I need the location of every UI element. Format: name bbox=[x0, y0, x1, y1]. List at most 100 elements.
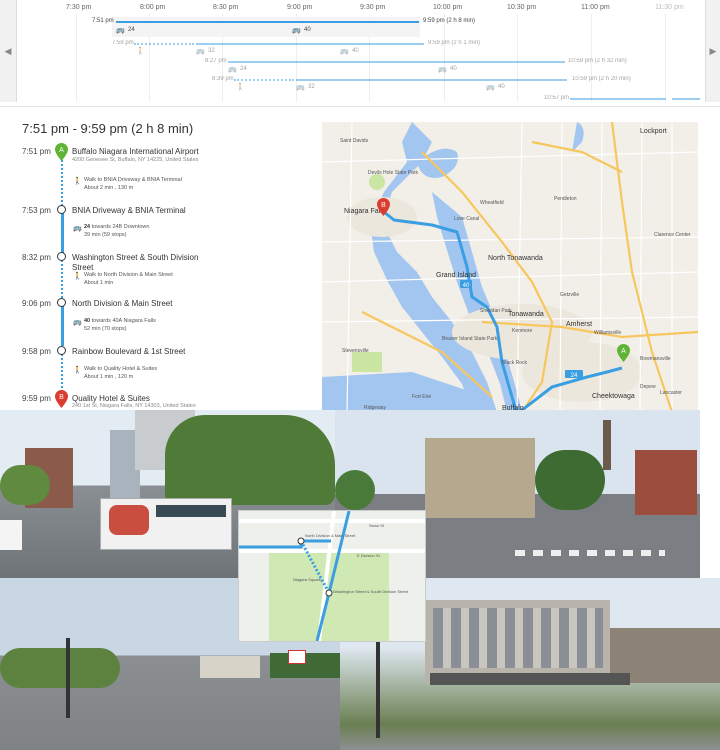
bus-icon: 🚌 bbox=[438, 66, 447, 73]
step-name: Rainbow Boulevard & 1st Street bbox=[72, 347, 186, 356]
inset-street-label: E Division St bbox=[357, 553, 380, 558]
trip-route-bar bbox=[196, 43, 424, 45]
trip-route-bar bbox=[116, 21, 419, 23]
bus-route-number: 40 bbox=[498, 84, 505, 90]
walk-icon: 🚶 bbox=[73, 178, 82, 185]
bus-icon: 🚌 bbox=[196, 48, 205, 55]
bus-icon: 🚌 bbox=[73, 319, 82, 326]
map-place-label: Devils Hole State Park bbox=[368, 170, 419, 176]
stop-circle-icon bbox=[57, 298, 66, 307]
yield-sign bbox=[288, 650, 306, 664]
trees bbox=[0, 465, 50, 505]
tick-label: 9:00 pm bbox=[287, 4, 313, 11]
map-place-label: Lancaster bbox=[660, 390, 682, 396]
walk-icon: 🚶 bbox=[236, 84, 245, 91]
tick-label: 8:30 pm bbox=[213, 4, 239, 11]
step-name-cont: Street bbox=[72, 263, 94, 272]
step-name: BNIA Driveway & BNIA Terminal bbox=[72, 206, 186, 215]
tick-label: 8:00 pm bbox=[140, 4, 166, 11]
walk-icon: 🚶 bbox=[73, 273, 82, 280]
map-place-label: Sheridan Park bbox=[480, 308, 512, 314]
detail-duration: About 1 min bbox=[84, 279, 114, 286]
marker-label: B bbox=[381, 202, 386, 209]
detail-duration: About 2 min , 130 m bbox=[84, 184, 134, 191]
marker-label: A bbox=[621, 348, 626, 355]
crosswalk bbox=[515, 550, 665, 556]
map-place-label: Getzville bbox=[560, 292, 580, 298]
bus-route-number: 40 bbox=[304, 27, 311, 33]
map-place-label: Williamsville bbox=[594, 330, 622, 336]
inset-stop-label: North Division & Main Street bbox=[305, 533, 356, 538]
step-time: 8:32 pm bbox=[22, 253, 51, 262]
tick-label: 10:00 pm bbox=[433, 4, 463, 11]
tick-label: 11:00 pm bbox=[581, 4, 610, 11]
detail-line: Walk to Quality Hotel & Suites bbox=[84, 366, 158, 372]
car bbox=[0, 520, 22, 550]
walk-segment bbox=[134, 43, 194, 45]
stop-inset-map[interactable]: North Division & Main Street Washington … bbox=[238, 510, 426, 642]
map-place-label: Depew bbox=[640, 384, 656, 390]
trip-option[interactable]: 10:57 pm bbox=[0, 95, 720, 117]
bus-route-number: 40 bbox=[352, 48, 359, 54]
bus-line bbox=[61, 306, 64, 346]
detail-duration: 39 min (59 stops) bbox=[84, 231, 127, 238]
map-place-label: Love Canal bbox=[454, 216, 480, 222]
marker-label: B bbox=[59, 394, 64, 401]
step-time: 9:59 pm bbox=[22, 394, 51, 403]
stop-circle-icon bbox=[57, 205, 66, 214]
trip-summary: 7:51 pm - 9:59 pm (2 h 8 min) bbox=[22, 121, 194, 136]
step-time: 9:06 pm bbox=[22, 299, 51, 308]
bus-icon: 🚌 bbox=[292, 27, 301, 34]
map-place-label: Fort Erie bbox=[412, 394, 432, 400]
map-place-label: Kenmore bbox=[512, 328, 533, 334]
step-address: 240 1st St, Niagara Falls, NY 14303, Uni… bbox=[72, 403, 196, 409]
marker-a-icon: A bbox=[55, 143, 68, 161]
trees bbox=[535, 450, 605, 510]
map-place-label: Wheatfield bbox=[480, 200, 504, 206]
trip-start-time: 8:27 pm bbox=[205, 58, 227, 64]
trip-end-time: 9:59 pm (2 h 8 min) bbox=[423, 18, 476, 24]
step-time: 7:53 pm bbox=[22, 206, 51, 215]
marker-a-icon[interactable]: A bbox=[617, 344, 630, 362]
bus-route-number: 24 bbox=[128, 27, 135, 33]
walk-line bbox=[61, 260, 63, 298]
trip-end-time: 9:59 pm (2 h 1 min) bbox=[428, 40, 481, 46]
detail-line: Walk to North Division & Main Street bbox=[84, 272, 173, 278]
trip-start-time: 7:58 pm bbox=[112, 40, 134, 46]
step-name: Buffalo Niagara International Airport bbox=[72, 147, 199, 156]
lamp-post bbox=[376, 638, 380, 738]
map-place-label: Black Rock bbox=[502, 360, 528, 366]
map-city-label: Lockport bbox=[640, 128, 667, 135]
trip-route-bar bbox=[570, 98, 666, 100]
walk-line bbox=[61, 354, 63, 392]
map-canvas: 40 24 bbox=[322, 122, 698, 412]
marker-b-icon[interactable]: B bbox=[377, 198, 390, 216]
stop-circle-icon bbox=[57, 346, 66, 355]
inset-street-label: Swan St bbox=[369, 523, 384, 528]
trip-end-time: 10:59 pm (2 h 32 min) bbox=[568, 58, 627, 64]
bus-route-number: 24 bbox=[240, 66, 247, 72]
trees bbox=[165, 415, 335, 505]
building bbox=[200, 656, 260, 678]
route-map[interactable]: 40 24 Niagara Falls North Tonawanda Tona… bbox=[322, 122, 698, 412]
walk-icon: 🚶 bbox=[136, 48, 145, 55]
bus bbox=[100, 498, 232, 550]
trees bbox=[0, 648, 120, 688]
inset-place-label: Niagara Square bbox=[293, 577, 322, 582]
walk-segment bbox=[234, 79, 294, 81]
route-label: 40 bbox=[463, 283, 470, 289]
map-place-label: Stevensville bbox=[342, 348, 369, 354]
tick-label: 10:30 pm bbox=[507, 4, 537, 11]
building bbox=[425, 438, 535, 518]
route-number: 40 bbox=[84, 318, 91, 324]
map-place-label: Clarence Center bbox=[654, 232, 691, 238]
detail-duration: 52 min (70 stops) bbox=[84, 325, 127, 332]
map-city-label: Cheektowaga bbox=[592, 393, 635, 400]
trip-option[interactable]: 7:51 pm 9:59 pm (2 h 8 min) 🚌 24 🚌 40 bbox=[0, 18, 720, 40]
church-spire bbox=[603, 420, 611, 470]
step-name: Quality Hotel & Suites bbox=[72, 394, 150, 403]
bus-route-number: 40 bbox=[450, 66, 457, 72]
map-city-label: Amherst bbox=[566, 321, 593, 328]
map-place-label: Saint Davids bbox=[340, 138, 369, 144]
trip-route-bar bbox=[672, 98, 700, 100]
